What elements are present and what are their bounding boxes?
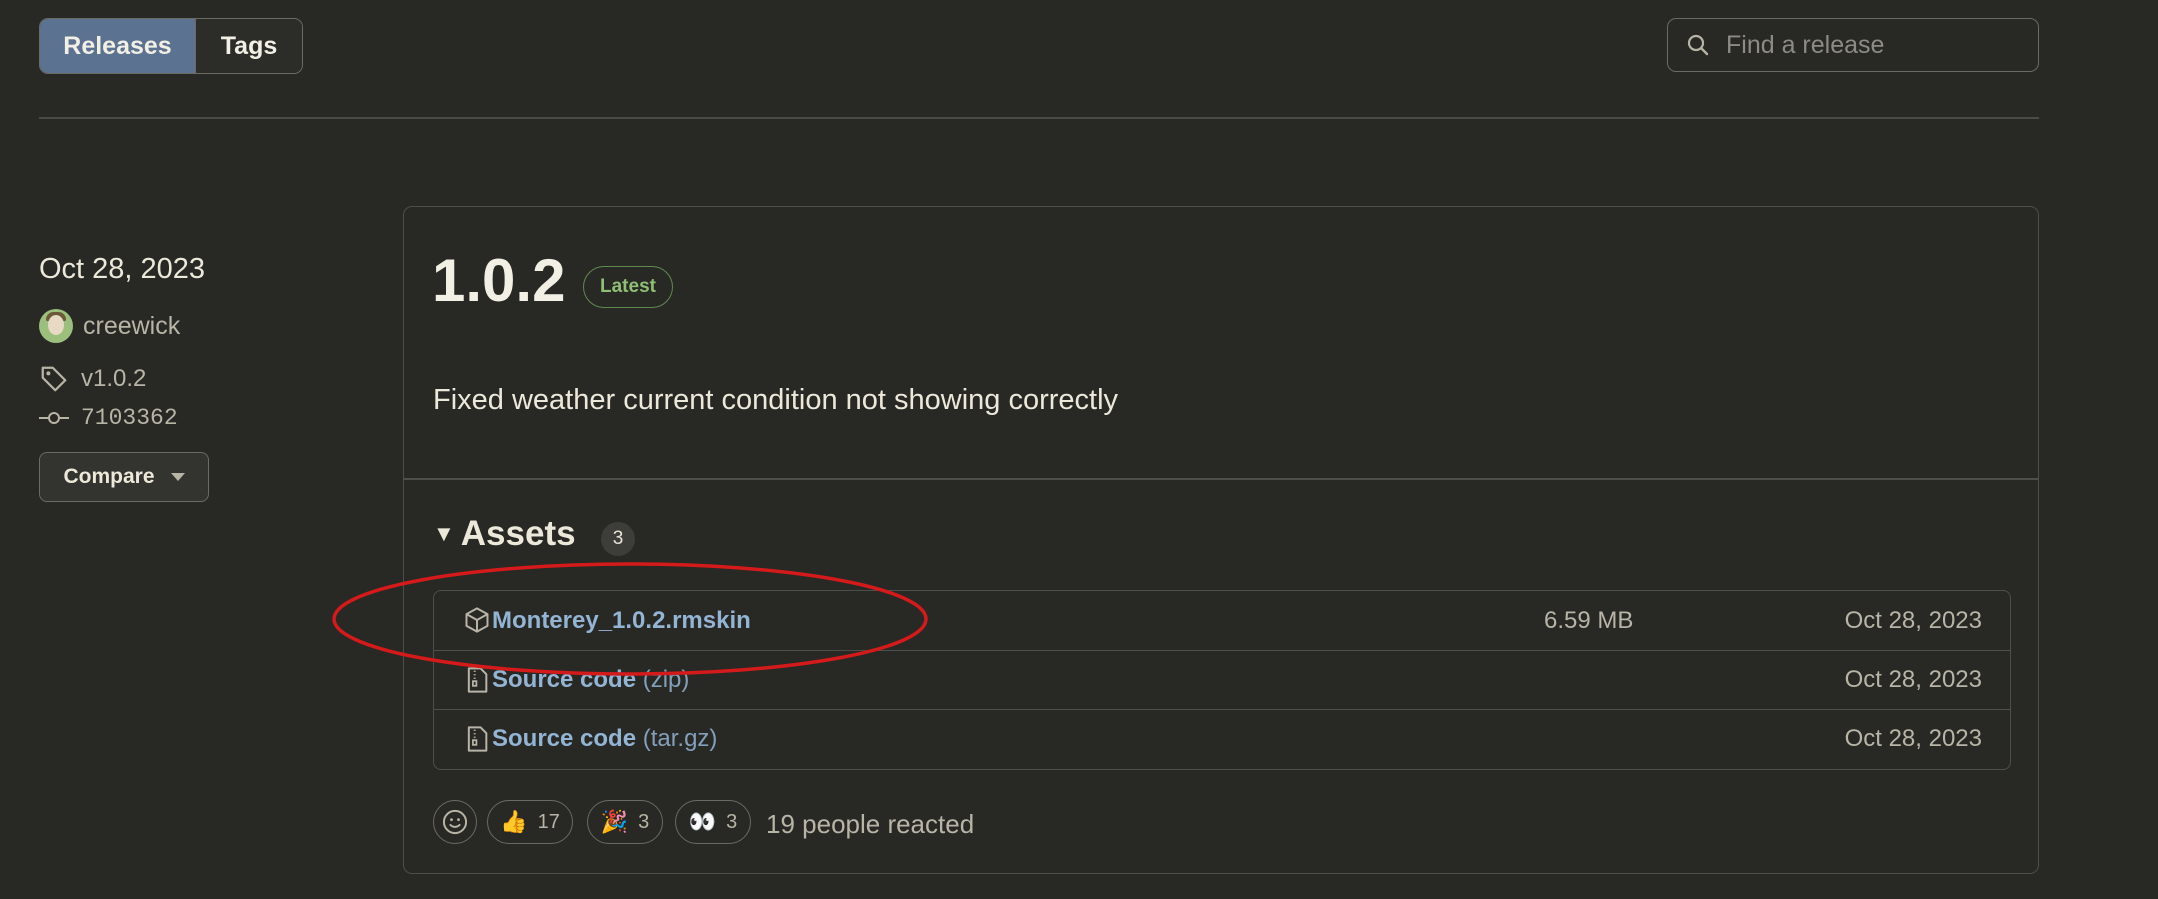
asset-row: Monterey_1.0.2.rmskin 6.59 MB Oct 28, 20… — [434, 591, 2010, 650]
eyes-icon: 👀 — [688, 809, 717, 834]
card-divider — [404, 478, 2038, 480]
release-search — [1667, 18, 2039, 72]
asset-link[interactable]: Monterey_1.0.2.rmskin — [492, 607, 751, 635]
release-tabs: Releases Tags — [39, 18, 303, 74]
release-author[interactable]: creewick — [39, 309, 180, 343]
commit-hash[interactable]: 7103362 — [81, 405, 178, 431]
package-icon — [465, 607, 489, 633]
asset-row: Source code (zip) Oct 28, 2023 — [434, 650, 2010, 709]
reaction-thumbs-up[interactable]: 👍 17 — [487, 800, 573, 844]
reaction-count: 17 — [537, 810, 560, 833]
release-version[interactable]: 1.0.2 — [432, 246, 565, 315]
triangle-down-icon: ▼ — [433, 521, 455, 546]
compare-button[interactable]: Compare — [39, 452, 209, 502]
add-reaction-button[interactable] — [433, 800, 477, 844]
avatar[interactable] — [39, 309, 73, 343]
tab-releases[interactable]: Releases — [40, 19, 196, 73]
reactions-summary: 19 people reacted — [766, 809, 975, 839]
compare-label: Compare — [63, 465, 155, 488]
commit-icon — [39, 412, 69, 424]
file-zip-icon — [467, 667, 488, 693]
latest-badge: Latest — [583, 266, 673, 308]
reaction-count: 3 — [638, 810, 650, 833]
release-date: Oct 28, 2023 — [39, 253, 206, 285]
party-popper-icon: 🎉 — [600, 809, 629, 834]
assets-list: Monterey_1.0.2.rmskin 6.59 MB Oct 28, 20… — [433, 590, 2011, 770]
file-zip-icon — [467, 726, 488, 752]
assets-count-badge: 3 — [601, 522, 635, 556]
asset-link[interactable]: Source code (tar.gz) — [492, 725, 717, 753]
thumbs-up-icon: 👍 — [500, 809, 528, 834]
smiley-icon — [442, 809, 468, 835]
release-commit[interactable]: 7103362 — [39, 405, 178, 431]
asset-link[interactable]: Source code (zip) — [492, 666, 689, 694]
reaction-count: 3 — [726, 810, 738, 833]
reaction-eyes[interactable]: 👀 3 — [675, 800, 751, 844]
author-name[interactable]: creewick — [83, 312, 180, 341]
header-divider — [39, 117, 2039, 119]
tag-icon — [41, 366, 67, 392]
asset-row: Source code (tar.gz) Oct 28, 2023 — [434, 709, 2010, 768]
asset-date: Oct 28, 2023 — [1844, 666, 1982, 693]
reaction-hooray[interactable]: 🎉 3 — [587, 800, 663, 844]
asset-date: Oct 28, 2023 — [1844, 606, 1982, 634]
assets-title: Assets — [460, 514, 576, 553]
assets-toggle[interactable]: ▼ Assets — [433, 514, 576, 554]
search-icon — [1687, 34, 1709, 56]
asset-size: 6.59 MB — [1544, 606, 1634, 634]
release-notes: Fixed weather current condition not show… — [433, 384, 1119, 416]
chevron-down-icon — [170, 473, 185, 481]
search-input[interactable] — [1724, 29, 2038, 61]
asset-date: Oct 28, 2023 — [1844, 725, 1982, 752]
release-tag[interactable]: v1.0.2 — [39, 364, 146, 394]
tag-label[interactable]: v1.0.2 — [81, 365, 146, 393]
tab-tags[interactable]: Tags — [196, 19, 302, 73]
